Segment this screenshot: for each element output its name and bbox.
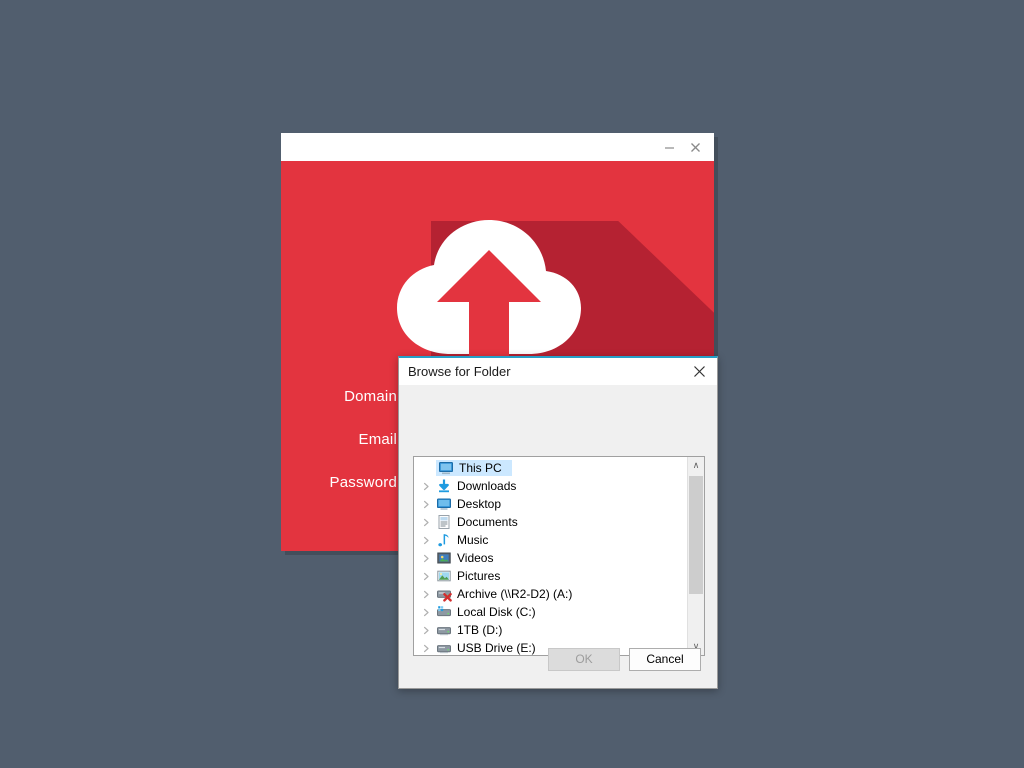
scrollbar-track[interactable]	[688, 474, 704, 638]
tree-vertical-scrollbar[interactable]: ∧ ∨	[687, 457, 704, 655]
folder-tree-panel[interactable]: This PC Downloads Desktop Documents Music Vid…	[413, 456, 705, 656]
chevron-right-icon[interactable]	[418, 482, 434, 491]
chevron-right-icon[interactable]	[418, 572, 434, 581]
tree-item-label: Documents	[457, 515, 518, 529]
chevron-right-icon[interactable]	[418, 536, 434, 545]
tree-item-content[interactable]: Downloads	[434, 478, 516, 494]
tree-item-content[interactable]: Documents	[434, 514, 518, 530]
tree-item-label: Desktop	[457, 497, 502, 511]
browse-for-folder-dialog: Browse for Folder This PC Downloads Deskto…	[398, 356, 718, 689]
tree-item-content[interactable]: Music	[434, 532, 488, 548]
tree-item[interactable]: Videos	[414, 549, 687, 567]
close-icon[interactable]	[682, 136, 708, 158]
documents-icon	[434, 514, 454, 530]
tree-item-label: Music	[457, 533, 489, 547]
tree-item[interactable]: Downloads	[414, 477, 687, 495]
tree-item-content[interactable]: Pictures	[434, 568, 500, 584]
desktop-background: Domain Email Password Browse for Folder	[0, 0, 1024, 768]
downloads-icon	[434, 478, 454, 494]
system-drive-icon	[434, 604, 454, 620]
dialog-content: This PC Downloads Desktop Documents Music Vid…	[399, 385, 717, 688]
computer-icon	[436, 460, 456, 476]
tree-item[interactable]: Music	[414, 531, 687, 549]
tree-item-content[interactable]: This PC	[436, 460, 512, 476]
ok-button[interactable]: OK	[548, 647, 620, 671]
tree-item-label: Pictures	[457, 569, 501, 583]
dialog-titlebar: Browse for Folder	[399, 358, 717, 385]
chevron-right-icon[interactable]	[418, 554, 434, 563]
scroll-up-icon[interactable]: ∧	[688, 457, 704, 474]
network-drive-disconnected-icon	[434, 586, 454, 602]
chevron-right-icon[interactable]	[418, 500, 434, 509]
tree-item-label: Local Disk (C:)	[457, 605, 536, 619]
tree-item-label: This PC	[456, 460, 506, 476]
tree-item[interactable]: This PC	[414, 459, 687, 477]
cloud-upload-icon	[389, 218, 585, 358]
pictures-icon	[434, 568, 454, 584]
minimize-icon[interactable]	[656, 136, 682, 158]
close-icon[interactable]	[681, 359, 717, 385]
cancel-button[interactable]: Cancel	[629, 647, 701, 671]
chevron-right-icon[interactable]	[418, 608, 434, 617]
music-icon	[434, 532, 454, 548]
tree-item-label: Videos	[457, 551, 494, 565]
dialog-button-bar: OK Cancel	[399, 630, 717, 688]
chevron-right-icon[interactable]	[418, 518, 434, 527]
tree-item[interactable]: Desktop	[414, 495, 687, 513]
tree-item-content[interactable]: Desktop	[434, 496, 501, 512]
videos-icon	[434, 550, 454, 566]
dialog-title: Browse for Folder	[408, 364, 511, 379]
tree-item-content[interactable]: Archive (\\R2-D2) (A:)	[434, 586, 572, 602]
folder-tree-list[interactable]: This PC Downloads Desktop Documents Music Vid…	[414, 457, 687, 655]
password-label: Password	[329, 473, 397, 491]
tree-item-label: Archive (\\R2-D2) (A:)	[457, 587, 573, 601]
tree-item-label: Downloads	[457, 479, 517, 493]
tree-item-content[interactable]: Videos	[434, 550, 493, 566]
desktop-icon	[434, 496, 454, 512]
tree-item-content[interactable]: Local Disk (C:)	[434, 604, 536, 620]
tree-item[interactable]: Documents	[414, 513, 687, 531]
tree-item[interactable]: Pictures	[414, 567, 687, 585]
scrollbar-thumb[interactable]	[689, 476, 703, 594]
tree-item[interactable]: Local Disk (C:)	[414, 603, 687, 621]
email-label: Email	[358, 430, 397, 448]
tree-item[interactable]: Archive (\\R2-D2) (A:)	[414, 585, 687, 603]
chevron-right-icon[interactable]	[418, 590, 434, 599]
domain-label: Domain	[344, 387, 397, 405]
app-titlebar	[281, 133, 714, 161]
